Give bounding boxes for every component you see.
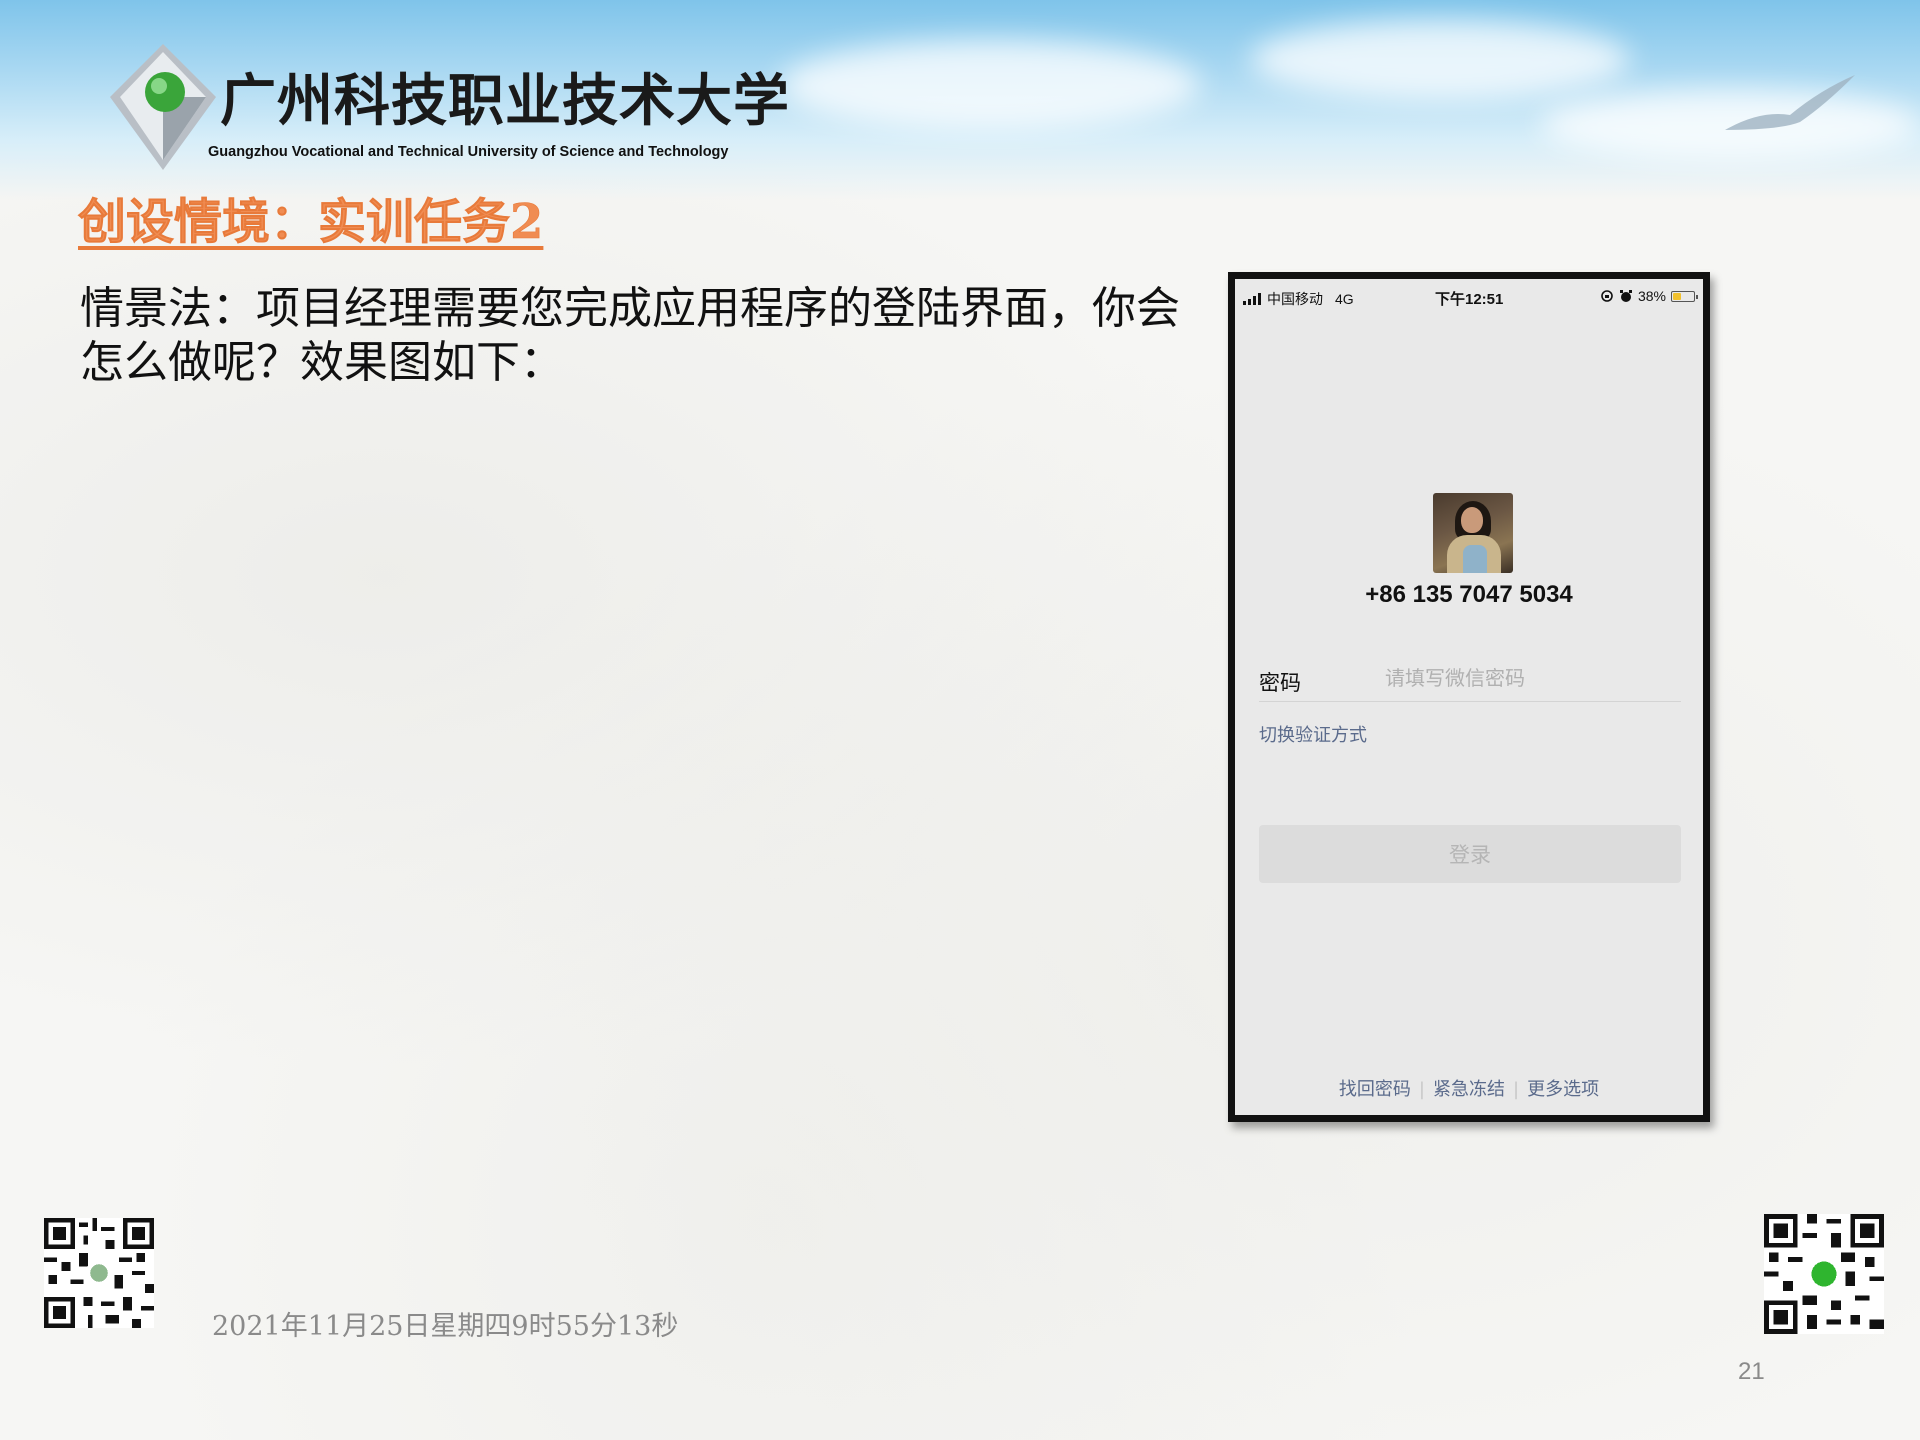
university-name-en: Guangzhou Vocational and Technical Unive…: [208, 144, 729, 160]
network-label: 4G: [1335, 291, 1354, 307]
qr-code-right: [1764, 1214, 1884, 1334]
signal-icon: [1243, 293, 1261, 305]
password-row: 密码: [1259, 661, 1681, 702]
switch-verification-link[interactable]: 切换验证方式: [1259, 721, 1367, 747]
slide-body-text: 情景法：项目经理需要您完成应用程序的登陆界面，你会怎么做呢？效果图如下：: [80, 283, 1180, 388]
more-options-link[interactable]: 更多选项: [1527, 1079, 1599, 1100]
rotation-lock-icon: [1601, 290, 1613, 302]
seagull-icon: [1725, 75, 1855, 130]
recover-password-link[interactable]: 找回密码: [1339, 1079, 1411, 1100]
user-avatar[interactable]: [1433, 493, 1513, 573]
slide-datetime: 2021年11月25日星期四9时55分13秒: [212, 1311, 679, 1342]
login-button[interactable]: 登录: [1259, 825, 1681, 883]
emergency-freeze-link[interactable]: 紧急冻结: [1433, 1079, 1505, 1100]
qr-code-left: [44, 1218, 154, 1328]
slide-title: 创设情境：实训任务2: [78, 194, 544, 251]
university-logo: 广州科技职业技术大学 Guangzhou Vocational and Tech…: [108, 42, 789, 172]
alarm-icon: [1619, 290, 1632, 302]
status-bar: 中国移动 4G 下午12:51 38%: [1235, 279, 1703, 313]
account-phone-number: +86 135 7047 5034: [1365, 581, 1573, 608]
carrier-label: 中国移动: [1267, 291, 1323, 307]
password-label: 密码: [1259, 671, 1301, 695]
battery-icon: [1671, 290, 1698, 302]
phone-mockup: 中国移动 4G 下午12:51 38% +86 135 7047 5034 密码…: [1228, 272, 1710, 1122]
bottom-links: 找回密码 | 紧急冻结 | 更多选项: [1338, 1079, 1600, 1100]
clock-label: 下午12:51: [1435, 291, 1504, 308]
emblem-icon: [110, 44, 216, 170]
page-number: 21: [1738, 1358, 1765, 1385]
university-name-cn: 广州科技职业技术大学: [220, 69, 790, 134]
password-input[interactable]: [1385, 661, 1675, 695]
battery-percent: 38%: [1637, 288, 1666, 304]
